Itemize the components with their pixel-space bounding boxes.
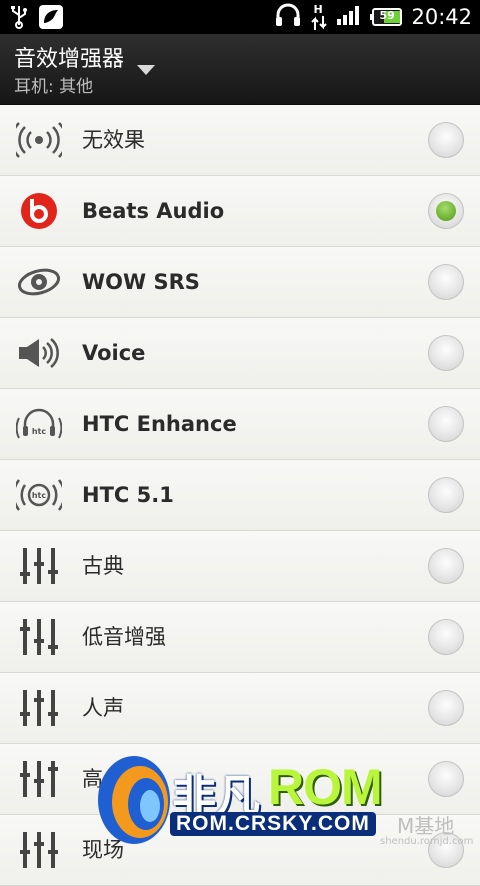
clock: 20:42 — [411, 5, 472, 29]
list-item[interactable]: htc HTC 5.1 — [0, 460, 480, 531]
beats-logo-icon — [16, 189, 62, 233]
page-title: 音效增强器 — [14, 47, 125, 72]
equalizer-icon — [16, 544, 62, 588]
htc-enhance-icon: htc — [16, 402, 62, 446]
list-item[interactable]: 低音增强 — [0, 602, 480, 673]
data-transfer-icon: H — [310, 3, 328, 31]
watermark-side-small: shendu.romjd.com — [380, 836, 474, 847]
svg-text:htc: htc — [32, 491, 47, 500]
headphone-type: 耳机: 其他 — [14, 77, 94, 97]
equalizer-icon — [16, 615, 62, 659]
dropdown-arrow-icon[interactable] — [137, 65, 155, 75]
list-item-label: HTC Enhance — [82, 412, 237, 436]
list-item-label: 低音增强 — [82, 625, 166, 649]
list-item[interactable]: Beats Audio — [0, 176, 480, 247]
list-item-label: Voice — [82, 341, 146, 365]
list-item[interactable]: 无效果 — [0, 105, 480, 176]
surround-icon — [16, 118, 62, 162]
radio-button[interactable] — [428, 548, 464, 584]
list-item-label: 人声 — [82, 696, 124, 720]
equalizer-icon — [16, 828, 62, 872]
notification-icon — [38, 4, 64, 34]
radio-button[interactable] — [428, 122, 464, 158]
equalizer-icon — [16, 757, 62, 801]
radio-button[interactable] — [428, 335, 464, 371]
watermark-brand-rom: ROM — [268, 759, 383, 815]
usb-icon — [10, 5, 28, 33]
radio-button[interactable] — [428, 264, 464, 300]
list-item[interactable]: 人声 — [0, 673, 480, 744]
list-item[interactable]: Voice — [0, 318, 480, 389]
list-item-label: WOW SRS — [82, 270, 200, 294]
signal-icon — [337, 5, 361, 29]
list-item[interactable]: htc HTC Enhance — [0, 389, 480, 460]
radio-button[interactable] — [428, 619, 464, 655]
list-item-label: 无效果 — [82, 128, 145, 152]
list-item[interactable]: WOW SRS — [0, 247, 480, 318]
battery-icon: 59 — [370, 8, 403, 26]
list-item-label: Beats Audio — [82, 199, 225, 223]
svg-text:htc: htc — [32, 427, 47, 436]
htc-51-icon: htc — [16, 473, 62, 517]
list-item-label: 古典 — [82, 554, 124, 578]
speaker-icon — [16, 331, 62, 375]
headset-icon — [275, 3, 301, 31]
watermark-url: ROM.CRSKY.COM — [170, 812, 376, 836]
equalizer-icon — [16, 686, 62, 730]
status-bar: H 59 20:42 — [0, 0, 480, 34]
radio-button[interactable] — [428, 477, 464, 513]
list-item-label: HTC 5.1 — [82, 483, 174, 507]
watermark-side-text: M基地 — [397, 814, 455, 838]
list-item[interactable]: 古典 — [0, 531, 480, 602]
radio-button[interactable] — [428, 406, 464, 442]
radio-button-selected[interactable] — [428, 193, 464, 229]
battery-level: 59 — [379, 9, 395, 22]
srs-logo-icon — [16, 260, 62, 304]
radio-button[interactable] — [428, 690, 464, 726]
app-header[interactable]: 音效增强器 耳机: 其他 — [0, 34, 480, 106]
